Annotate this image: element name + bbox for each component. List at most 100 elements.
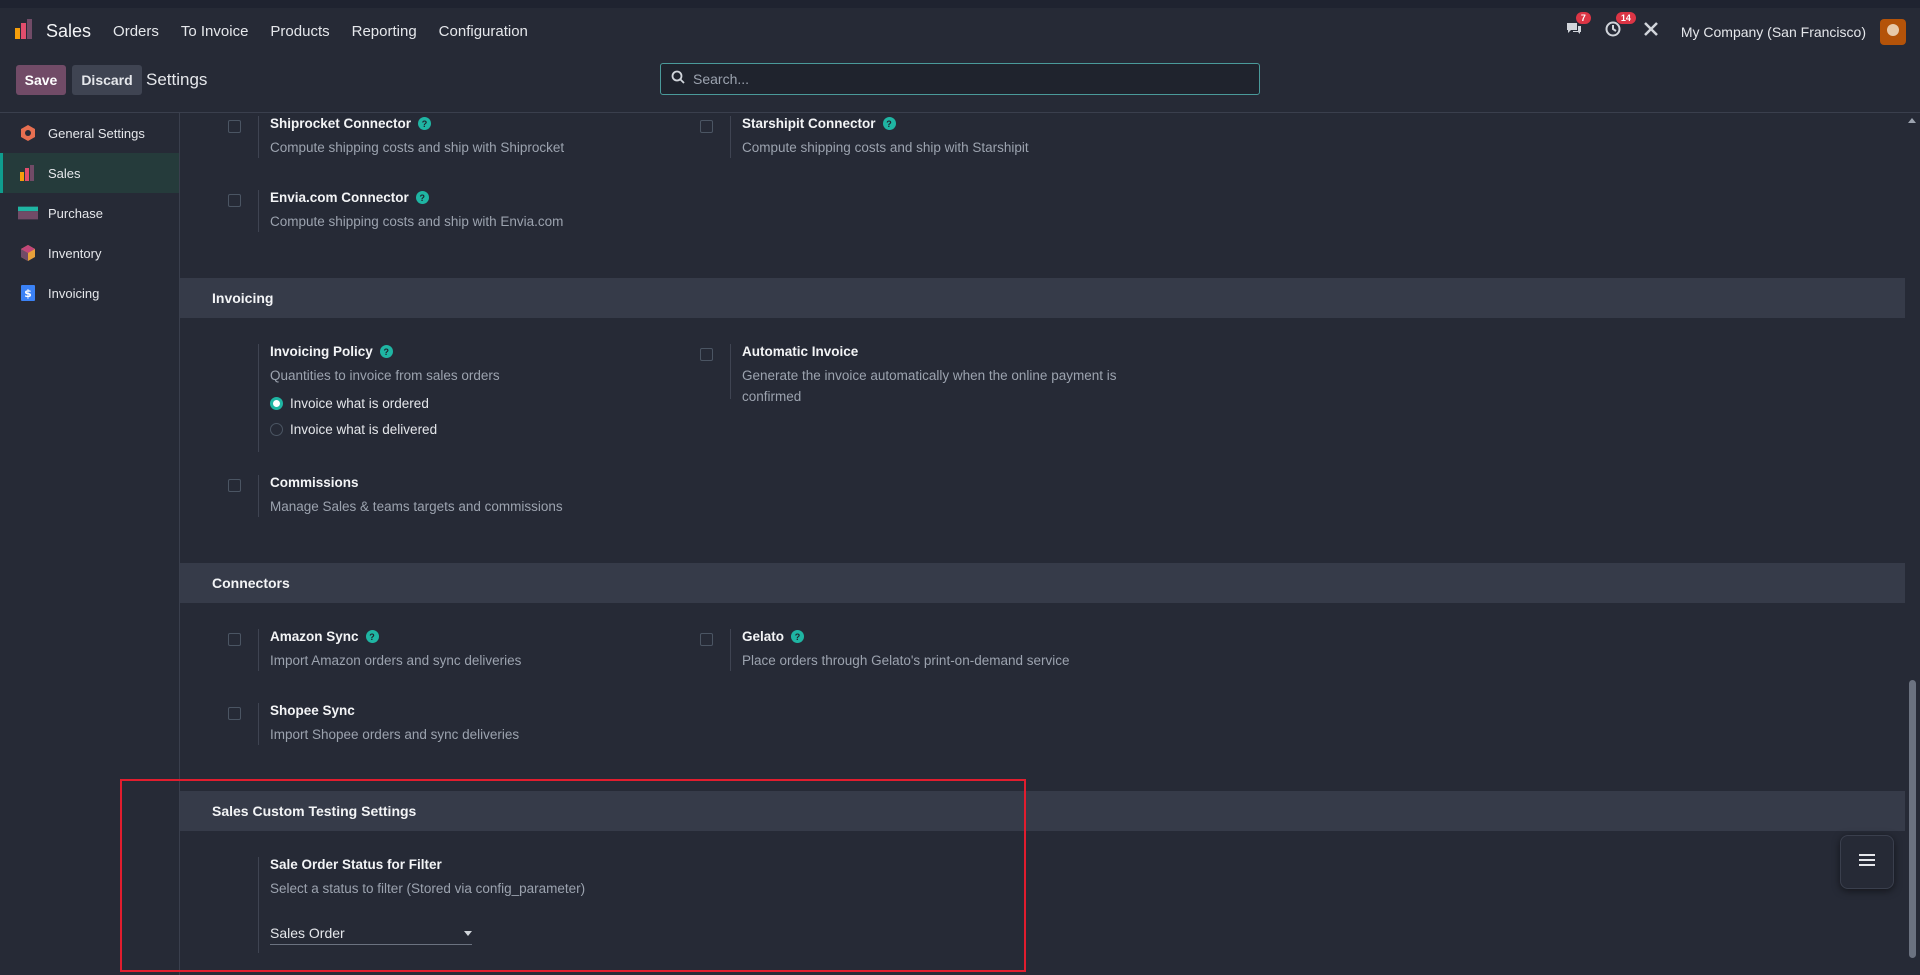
setting-title: Shopee Sync	[270, 703, 355, 718]
setting-title-text: Gelato	[742, 629, 785, 644]
help-icon[interactable]: ?	[415, 191, 429, 204]
setting-title: Invoicing Policy?	[270, 344, 393, 359]
setting-title-text: Starshipit Connector	[742, 116, 876, 131]
discard-button[interactable]: Discard	[72, 65, 142, 95]
general-settings-icon	[18, 123, 38, 143]
sidebar-item-label: Inventory	[48, 245, 102, 261]
messages-count-badge: 7	[1575, 12, 1591, 24]
radio-button-selected[interactable]	[270, 397, 283, 410]
company-switcher[interactable]: My Company (San Francisco)	[1681, 24, 1866, 40]
setting-title-text: Invoicing Policy	[270, 344, 373, 359]
help-icon[interactable]: ?	[418, 117, 432, 130]
setting-title-text: Amazon Sync	[270, 629, 359, 644]
menu-configuration[interactable]: Configuration	[439, 23, 528, 40]
setting-description: Place orders through Gelato's print-on-d…	[742, 653, 1070, 668]
setting-title: Amazon Sync?	[270, 629, 379, 644]
sidebar-item-invoicing[interactable]: $ Invoicing	[0, 273, 179, 313]
scroll-up-arrow-icon[interactable]	[1908, 118, 1916, 123]
chat-icon	[1565, 21, 1583, 42]
top-navbar: Sales Orders To Invoice Products Reporti…	[0, 8, 1920, 55]
activities-button[interactable]: 14	[1605, 12, 1636, 42]
radio-button[interactable]	[270, 423, 283, 436]
setting-divider	[258, 475, 259, 517]
tools-icon	[1643, 21, 1659, 42]
search-icon	[671, 70, 685, 89]
search-box	[660, 63, 1260, 95]
menu-reporting[interactable]: Reporting	[352, 23, 417, 40]
commissions-checkbox[interactable]	[228, 479, 241, 492]
scrollbar-thumb[interactable]	[1909, 680, 1916, 958]
setting-description: Compute shipping costs and ship with Env…	[270, 214, 564, 229]
setting-divider	[730, 116, 731, 158]
svg-text:$: $	[24, 287, 32, 300]
setting-divider	[258, 344, 259, 452]
invoicing-icon: $	[18, 283, 38, 303]
help-icon[interactable]: ?	[882, 117, 896, 130]
sales-app-icon	[14, 18, 36, 45]
app-brand[interactable]: Sales	[14, 18, 91, 45]
sidebar-item-inventory[interactable]: Inventory	[0, 233, 179, 273]
help-icon[interactable]: ?	[791, 630, 805, 643]
envia-checkbox[interactable]	[228, 194, 241, 207]
setting-description: Quantities to invoice from sales orders	[270, 368, 500, 383]
save-button[interactable]: Save	[16, 65, 66, 95]
radio-invoice-ordered[interactable]: Invoice what is ordered	[270, 396, 429, 411]
setting-title-text: Envia.com Connector	[270, 190, 409, 205]
user-avatar[interactable]	[1880, 18, 1906, 45]
setting-divider	[730, 629, 731, 671]
setting-invoicing-policy: Invoicing Policy? Quantities to invoice …	[228, 344, 698, 464]
description-line: confirmed	[742, 389, 802, 404]
menu-fab-button[interactable]	[1840, 835, 1894, 889]
radio-label: Invoice what is ordered	[290, 396, 429, 411]
menu-to-invoice[interactable]: To Invoice	[181, 23, 249, 40]
amazon-sync-checkbox[interactable]	[228, 633, 241, 646]
sidebar-item-label: General Settings	[48, 125, 145, 141]
setting-title: Automatic Invoice	[742, 344, 859, 359]
activities-count-badge: 14	[1615, 12, 1636, 24]
clock-icon	[1605, 21, 1621, 42]
description-line: Generate the invoice automatically when …	[742, 368, 1117, 383]
inventory-icon	[18, 243, 38, 263]
setting-description: Compute shipping costs and ship with Shi…	[270, 140, 565, 155]
sidebar-item-sales[interactable]: Sales	[0, 153, 179, 193]
gelato-checkbox[interactable]	[700, 633, 713, 646]
setting-description: Manage Sales & teams targets and commiss…	[270, 499, 563, 514]
sidebar-item-label: Invoicing	[48, 285, 100, 301]
setting-title: Gelato?	[742, 629, 805, 644]
search-input[interactable]	[693, 71, 1233, 87]
starshipit-checkbox[interactable]	[700, 120, 713, 133]
control-panel: Save Discard Settings	[0, 55, 1920, 113]
sidebar-item-general-settings[interactable]: General Settings	[0, 113, 179, 153]
highlight-box	[120, 779, 1026, 972]
radio-invoice-delivered[interactable]: Invoice what is delivered	[270, 422, 437, 437]
breadcrumb: Settings	[146, 70, 208, 89]
setting-description: Import Amazon orders and sync deliveries	[270, 653, 522, 668]
main-menu: Orders To Invoice Products Reporting Con…	[113, 23, 550, 40]
purchase-icon	[18, 203, 38, 223]
setting-divider	[258, 190, 259, 232]
automatic-invoice-checkbox[interactable]	[700, 348, 713, 361]
help-icon[interactable]: ?	[379, 345, 393, 358]
sidebar-item-purchase[interactable]: Purchase	[0, 193, 179, 233]
setting-title-text: Shiprocket Connector	[270, 116, 412, 131]
messages-button[interactable]: 7	[1565, 12, 1591, 42]
sidebar-item-label: Purchase	[48, 205, 103, 221]
setting-description: Import Shopee orders and sync deliveries	[270, 727, 520, 742]
radio-label: Invoice what is delivered	[290, 422, 438, 437]
section-heading-connectors: Connectors	[180, 563, 1905, 603]
help-icon[interactable]: ?	[365, 630, 379, 643]
menu-products[interactable]: Products	[270, 23, 329, 40]
debug-tools-button[interactable]	[1643, 21, 1659, 42]
sales-icon	[18, 163, 38, 183]
setting-description: Generate the invoice automatically when …	[742, 365, 1116, 407]
setting-title: Commissions	[270, 475, 359, 490]
shiprocket-checkbox[interactable]	[228, 120, 241, 133]
section-heading-invoicing: Invoicing	[180, 278, 1905, 318]
systray: 7 14 My Company (San Francisco)	[1565, 8, 1906, 55]
menu-orders[interactable]: Orders	[113, 23, 159, 40]
setting-title: Shiprocket Connector?	[270, 116, 432, 131]
app-name: Sales	[46, 21, 92, 41]
sidebar-item-label: Sales	[48, 165, 81, 181]
setting-title: Starshipit Connector?	[742, 116, 896, 131]
shopee-sync-checkbox[interactable]	[228, 707, 241, 720]
